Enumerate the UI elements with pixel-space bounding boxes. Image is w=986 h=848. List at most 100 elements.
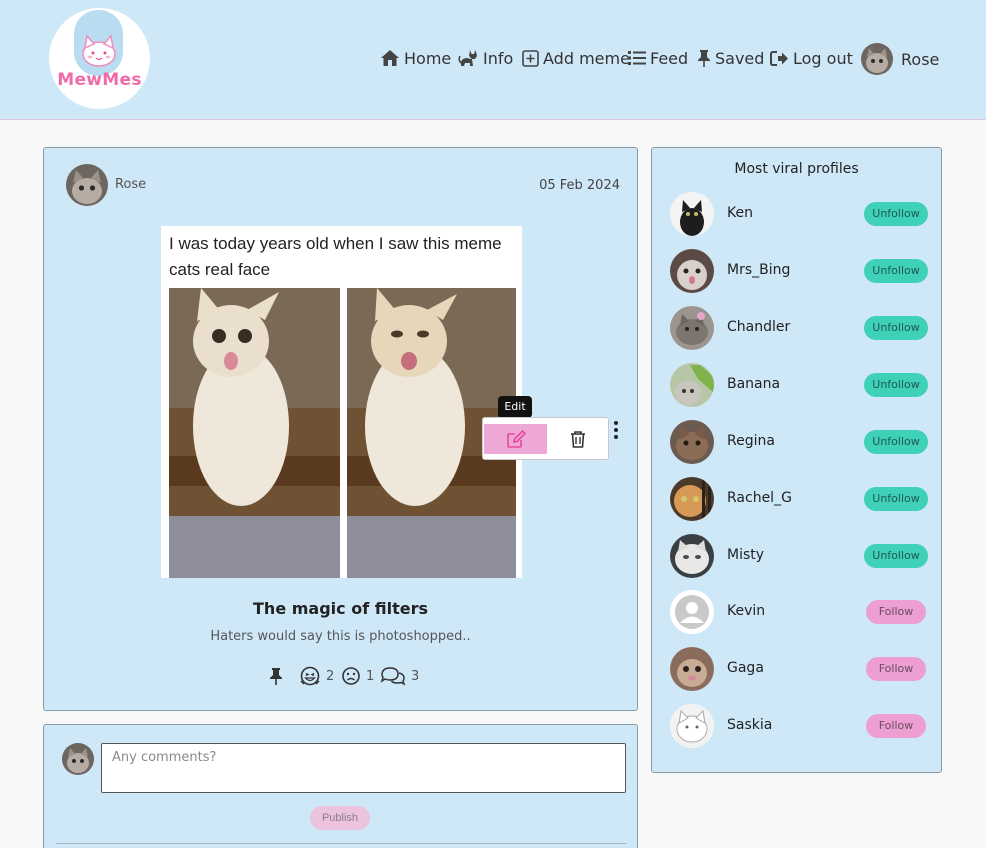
logout-icon <box>770 50 788 66</box>
brand-name: MewMes <box>57 70 142 90</box>
nav-logout-label: Log out <box>793 48 853 68</box>
nav-add-meme[interactable]: Add meme <box>522 44 630 72</box>
default-user-icon <box>670 590 714 634</box>
unfollow-button[interactable]: Unfollow <box>864 259 928 283</box>
profile-name[interactable]: Mrs_Bing <box>727 262 790 278</box>
nav-home-label: Home <box>404 48 452 68</box>
follow-button[interactable]: Follow <box>866 714 926 738</box>
unfollow-button[interactable]: Unfollow <box>864 316 928 340</box>
meme-caption: I was today years old when I saw this me… <box>169 234 502 279</box>
panel-title: Most viral profiles <box>734 161 859 177</box>
comment-card: Publish <box>43 724 638 848</box>
profile-avatar[interactable] <box>670 420 714 464</box>
profile-item: Mrs_Bing Unfollow <box>670 249 928 293</box>
post-card: Rose 05 Feb 2024 I was today years old w… <box>43 147 638 711</box>
top-navbar: MewMes Home Info Add meme Feed Saved Log… <box>0 0 986 120</box>
post-author-name[interactable]: Rose <box>115 177 146 192</box>
post-reactions: 2 1 3 <box>44 664 637 688</box>
follow-button[interactable]: Follow <box>866 600 926 624</box>
profile-item: Saskia Follow <box>670 704 928 748</box>
unfollow-button[interactable]: Unfollow <box>864 202 928 226</box>
edit-icon <box>506 429 526 448</box>
publish-button[interactable]: Publish <box>310 806 370 830</box>
unfollow-button[interactable]: Unfollow <box>864 487 928 511</box>
pin-icon <box>270 667 282 685</box>
post-date: 05 Feb 2024 <box>539 178 620 193</box>
nav-user-name: Rose <box>901 49 940 69</box>
profile-name[interactable]: Kevin <box>727 603 765 619</box>
profile-name[interactable]: Regina <box>727 433 775 449</box>
profile-avatar[interactable] <box>670 363 714 407</box>
edit-tooltip: Edit <box>498 396 532 423</box>
profile-avatar[interactable] <box>670 249 714 293</box>
comments-icon <box>380 667 406 686</box>
trash-icon <box>571 431 585 448</box>
profile-avatar[interactable] <box>670 192 714 236</box>
save-post-button[interactable] <box>269 664 283 688</box>
unfollow-button[interactable]: Unfollow <box>864 544 928 568</box>
comment-count: 3 <box>411 668 420 684</box>
profile-item: Misty Unfollow <box>670 534 928 578</box>
profile-item: Gaga Follow <box>670 647 928 691</box>
edit-post-button[interactable] <box>484 424 547 454</box>
nav-user-profile[interactable]: Rose <box>861 43 939 75</box>
profile-name[interactable]: Ken <box>727 205 753 221</box>
kebab-icon[interactable] <box>612 420 620 440</box>
nav-home[interactable]: Home <box>380 44 451 72</box>
profile-name[interactable]: Banana <box>727 376 780 392</box>
avatar <box>62 743 94 775</box>
profile-item: Chandler Unfollow <box>670 306 928 350</box>
viral-profiles-panel: Most viral profiles Ken Unfollow Mrs_Bin… <box>651 147 942 773</box>
profile-item: Ken Unfollow <box>670 192 928 236</box>
profile-name[interactable]: Gaga <box>727 660 764 676</box>
profile-name[interactable]: Chandler <box>727 319 790 335</box>
profile-avatar[interactable] <box>670 477 714 521</box>
nav-info-label: Info <box>483 48 514 68</box>
profile-avatar[interactable] <box>670 534 714 578</box>
profile-avatar[interactable] <box>670 647 714 691</box>
nav-add-meme-label: Add meme <box>543 48 630 68</box>
unfollow-button[interactable]: Unfollow <box>864 430 928 454</box>
profile-name[interactable]: Saskia <box>727 717 772 733</box>
nav-info[interactable]: Info <box>458 44 513 72</box>
logo-cat-icon <box>74 10 123 76</box>
laugh-reaction-button[interactable]: 2 <box>299 664 334 688</box>
profile-name[interactable]: Rachel_G <box>727 490 792 506</box>
sad-icon <box>342 667 360 685</box>
sad-reaction-button[interactable]: 1 <box>341 664 374 688</box>
profile-item: Regina Unfollow <box>670 420 928 464</box>
nav-saved[interactable]: Saved <box>697 44 764 72</box>
profile-item: Kevin Follow <box>670 590 928 634</box>
post-title: The magic of filters <box>253 599 428 618</box>
nav-saved-label: Saved <box>715 48 765 68</box>
list-icon <box>628 51 646 65</box>
profile-avatar[interactable] <box>670 306 714 350</box>
pin-icon <box>698 49 710 67</box>
delete-post-button[interactable] <box>547 424 609 454</box>
brand-logo[interactable]: MewMes <box>49 8 150 109</box>
profile-avatar[interactable] <box>670 704 714 748</box>
nav-feed[interactable]: Feed <box>628 44 688 72</box>
unfollow-button[interactable]: Unfollow <box>864 373 928 397</box>
post-action-menu <box>482 417 609 460</box>
profile-name[interactable]: Misty <box>727 547 764 563</box>
post-description: Haters would say this is photoshopped.. <box>210 629 471 644</box>
profile-item: Banana Unfollow <box>670 363 928 407</box>
laugh-icon <box>300 666 320 686</box>
cat-icon <box>458 50 477 66</box>
sad-count: 1 <box>366 668 375 684</box>
profile-item: Rachel_G Unfollow <box>670 477 928 521</box>
nav-feed-label: Feed <box>650 48 689 68</box>
plus-square-icon <box>522 49 539 67</box>
laugh-count: 2 <box>326 668 335 684</box>
house-icon <box>381 50 399 66</box>
profile-avatar[interactable] <box>670 590 714 634</box>
comment-input[interactable] <box>101 743 626 793</box>
author-avatar[interactable] <box>66 164 108 206</box>
nav-logout[interactable]: Log out <box>770 44 853 72</box>
meme-image: I was today years old when I saw this me… <box>161 226 522 578</box>
comments-button[interactable]: 3 <box>380 664 419 688</box>
avatar <box>861 43 893 75</box>
follow-button[interactable]: Follow <box>866 657 926 681</box>
divider <box>56 843 626 844</box>
